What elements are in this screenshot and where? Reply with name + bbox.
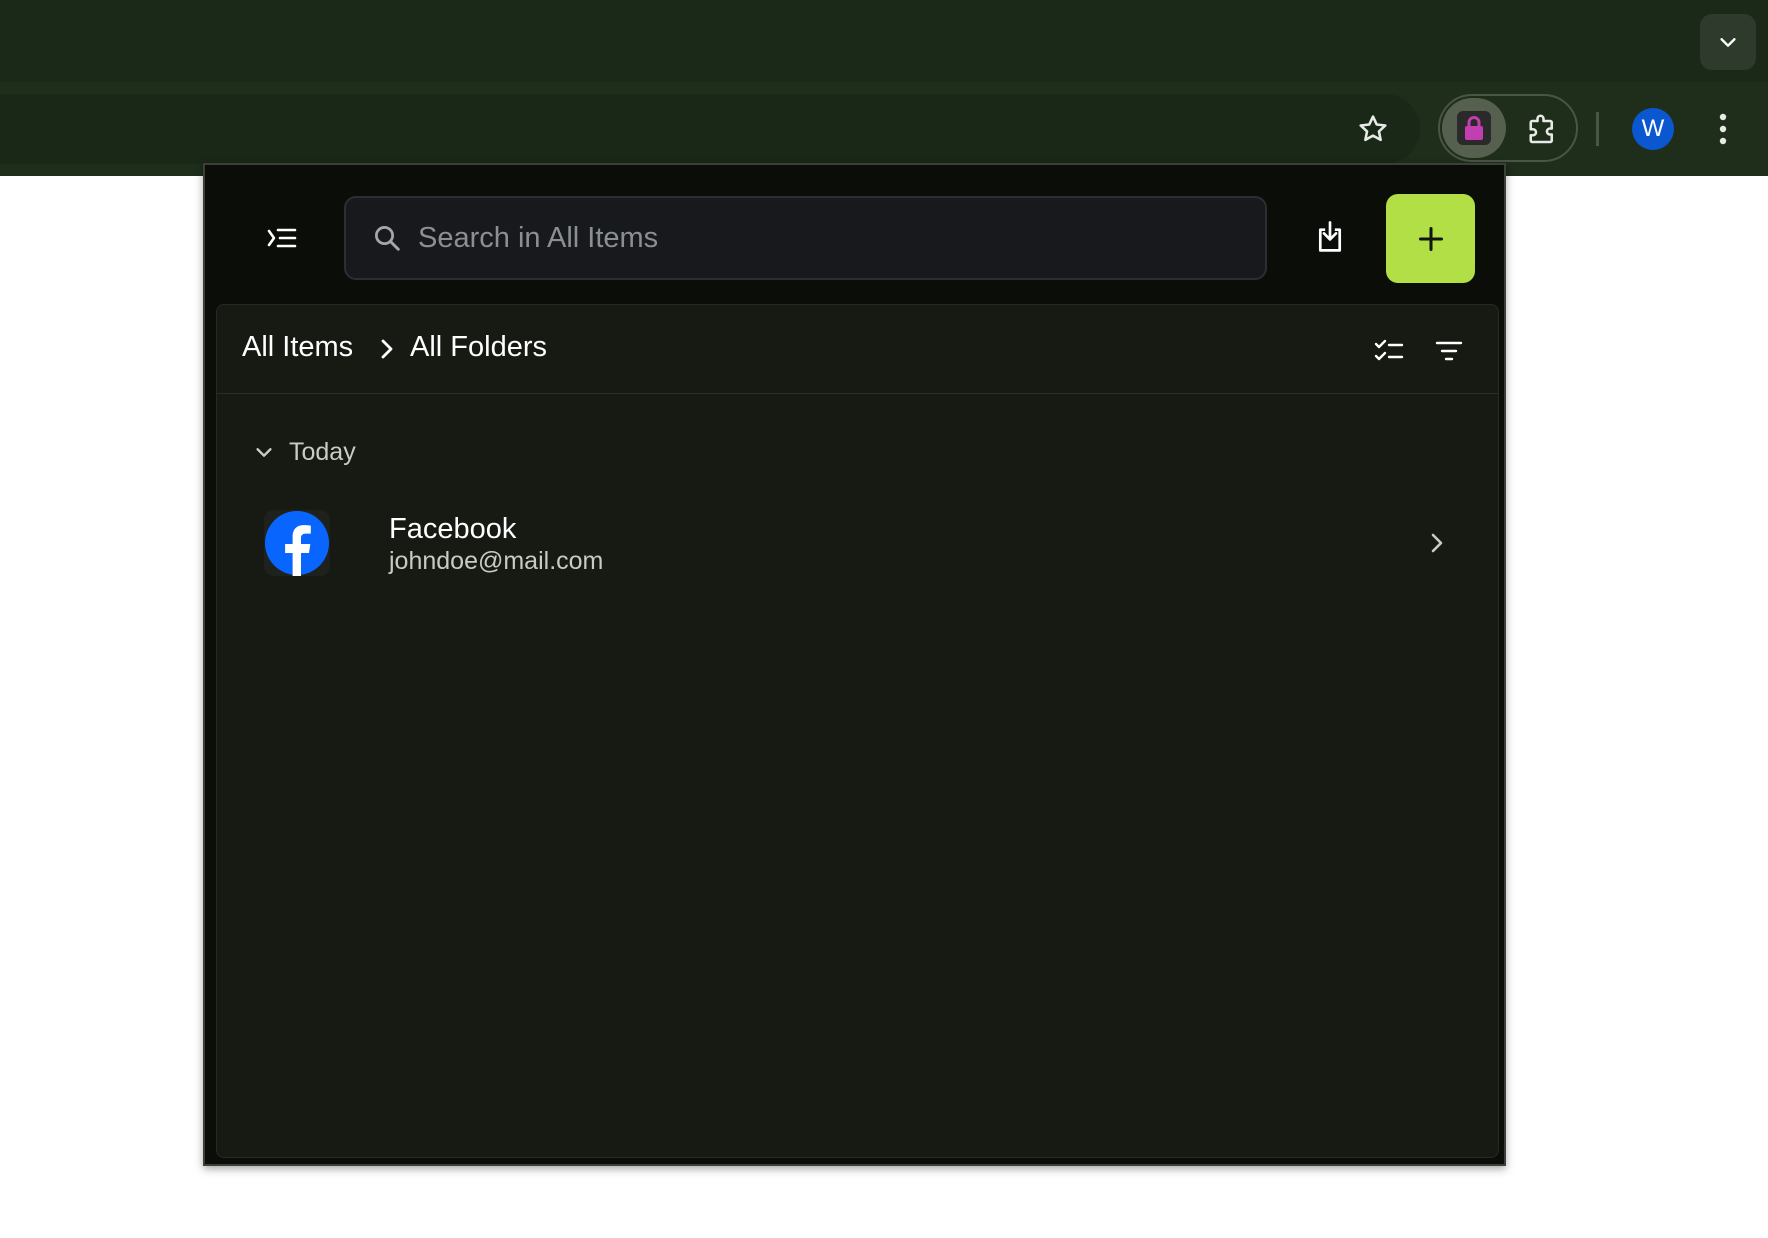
- checklist-icon: [1374, 339, 1404, 361]
- extensions-group: [1438, 94, 1578, 162]
- menu-expand-icon: [267, 228, 297, 248]
- sort-filter-button[interactable]: [1433, 335, 1465, 367]
- breadcrumb-all-folders[interactable]: All Folders: [410, 331, 547, 364]
- star-icon: [1359, 115, 1387, 142]
- browser-tabstrip: [0, 0, 1768, 82]
- plus-icon: [1418, 226, 1443, 251]
- extensions-menu-button[interactable]: [1522, 110, 1562, 150]
- chevron-right-icon: [1431, 533, 1443, 553]
- filter-icon: [1435, 341, 1463, 361]
- toolbar-divider: [1596, 112, 1599, 146]
- chevron-right-icon: [381, 339, 393, 359]
- browser-menu-button[interactable]: [1708, 108, 1738, 150]
- browser-toolbar: W: [0, 82, 1768, 176]
- search-icon: [375, 226, 400, 251]
- password-manager-extension-button[interactable]: [1442, 98, 1506, 158]
- chevron-down-icon: [1720, 38, 1736, 47]
- search-box: [344, 196, 1267, 280]
- items-panel: All Items All Folders Today Facebook joh…: [216, 304, 1499, 1158]
- chevron-down-icon: [256, 448, 272, 457]
- facebook-icon: [264, 510, 330, 576]
- group-label: Today: [289, 437, 356, 466]
- lock-extension-icon: [1457, 111, 1491, 145]
- profile-avatar[interactable]: W: [1632, 108, 1674, 150]
- address-bar[interactable]: [0, 94, 1420, 164]
- sidebar-toggle-button[interactable]: [265, 221, 299, 255]
- item-title: Facebook: [389, 513, 517, 545]
- bulk-select-button[interactable]: [1373, 335, 1405, 367]
- puzzle-icon: [1529, 114, 1554, 144]
- breadcrumb-all-items[interactable]: All Items: [242, 331, 353, 364]
- download-into-tray-icon: [1318, 221, 1342, 252]
- more-vertical-icon: [1719, 113, 1727, 145]
- list-item[interactable]: Facebook johndoe@mail.com: [253, 505, 1463, 581]
- group-toggle-today[interactable]: Today: [253, 435, 356, 469]
- panel-header: All Items All Folders: [217, 305, 1498, 394]
- item-username: johndoe@mail.com: [389, 547, 604, 575]
- extension-popup: All Items All Folders Today: [203, 163, 1506, 1166]
- tab-search-button[interactable]: [1700, 14, 1756, 70]
- bookmark-button[interactable]: [1352, 108, 1394, 150]
- import-button[interactable]: [1308, 215, 1352, 259]
- search-input[interactable]: [418, 208, 1238, 268]
- add-item-button[interactable]: [1386, 194, 1475, 283]
